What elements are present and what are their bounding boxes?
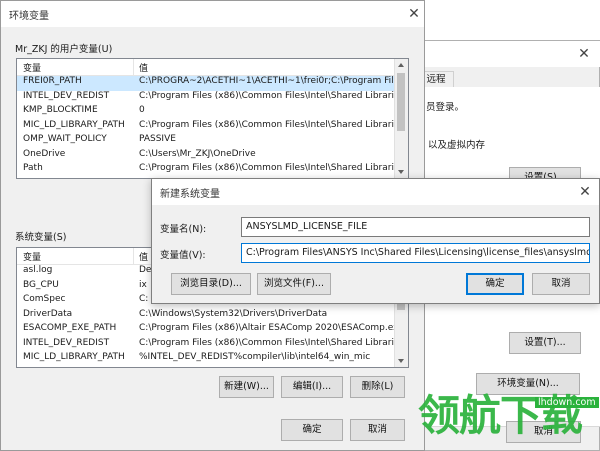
sysprops-login-text: 员登录。 (426, 102, 465, 113)
user-variables-list[interactable]: 变量 值 FREI0R_PATH C:\PROGRA~2\ACETHI~1\AC… (16, 58, 409, 179)
table-row[interactable]: INTEL_DEV_REDIST C:\Program Files (x86)\… (17, 338, 408, 353)
col-header-value[interactable]: 值 (139, 250, 148, 263)
new-variable-button[interactable]: 新建(W)... (219, 376, 274, 398)
browse-directory-button[interactable]: 浏览目录(D)... (171, 273, 251, 295)
scroll-down-icon[interactable] (398, 359, 404, 363)
table-row[interactable]: MIC_LD_LIBRARY_PATH %INTEL_DEV_REDIST%co… (17, 352, 408, 367)
table-row[interactable]: FREI0R_PATH C:\PROGRA~2\ACETHI~1\ACETHI~… (17, 76, 408, 91)
new-var-cancel-button[interactable]: 取消 (532, 273, 590, 295)
table-row[interactable]: OneDrive C:\Users\Mr_ZKJ\OneDrive (17, 149, 408, 164)
env-close-icon[interactable]: ✕ (401, 3, 427, 25)
watermark-url: lhdown.com (535, 397, 599, 408)
settings-button-startup[interactable]: 设置(T)... (509, 332, 581, 354)
browse-file-button[interactable]: 浏览文件(F)... (257, 273, 331, 295)
user-list-scrollbar[interactable] (394, 59, 408, 178)
new-var-ok-button[interactable]: 确定 (466, 273, 524, 295)
env-cancel-button[interactable]: 取消 (350, 419, 405, 441)
table-row[interactable]: MIC_LD_LIBRARY_PATH C:\Program Files (x8… (17, 120, 408, 135)
new-var-close-icon[interactable]: ✕ (572, 181, 598, 203)
scrollbar-thumb[interactable] (397, 73, 405, 131)
table-row[interactable]: INTEL_DEV_REDIST C:\Program Files (x86)\… (17, 91, 408, 106)
scroll-up-icon[interactable] (398, 63, 404, 67)
col-header-name[interactable]: 变量 (23, 61, 41, 74)
table-row[interactable]: ESACOMP_EXE_PATH C:\Program Files (x86)\… (17, 323, 408, 338)
new-var-titlebar: 新建系统变量 ✕ (152, 179, 599, 205)
sysprops-virtual-memory-text: 以及虚拟内存 (428, 140, 486, 151)
new-system-variable-dialog: 新建系统变量 ✕ 变量名(N): ANSYSLMD_LICENSE_FILE 变… (151, 178, 600, 304)
col-header-value[interactable]: 值 (139, 61, 148, 74)
variable-name-field[interactable]: ANSYSLMD_LICENSE_FILE (241, 217, 590, 237)
user-list-header: 变量 值 (17, 59, 408, 76)
scroll-down-icon[interactable] (398, 170, 404, 174)
user-variables-label: Mr_ZKJ 的用户变量(U) (15, 44, 113, 55)
env-ok-button[interactable]: 确定 (281, 419, 343, 441)
new-var-dialog-title: 新建系统变量 (160, 189, 220, 200)
variable-value-label: 变量值(V): (160, 250, 206, 261)
table-row[interactable]: KMP_BLOCKTIME 0 (17, 105, 408, 120)
col-header-name[interactable]: 变量 (23, 250, 41, 263)
variable-value-field[interactable]: C:\Program Files\ANSYS Inc\Shared Files\… (241, 243, 590, 263)
variable-name-label: 变量名(N): (160, 224, 207, 235)
table-row[interactable]: DriverData C:\Windows\System32\Drivers\D… (17, 309, 408, 324)
table-row[interactable]: OMP_WAIT_POLICY PASSIVE (17, 134, 408, 149)
edit-variable-button[interactable]: 编辑(I)... (281, 376, 343, 398)
sysprops-close-icon[interactable]: ✕ (571, 43, 597, 65)
system-variables-label: 系统变量(S) (15, 232, 67, 243)
env-dialog-title: 环境变量 (9, 11, 49, 22)
delete-variable-button[interactable]: 删除(L) (350, 376, 405, 398)
table-row[interactable]: Path C:\Program Files (x86)\Common Files… (17, 163, 408, 178)
env-titlebar: 环境变量 ✕ (1, 1, 424, 27)
